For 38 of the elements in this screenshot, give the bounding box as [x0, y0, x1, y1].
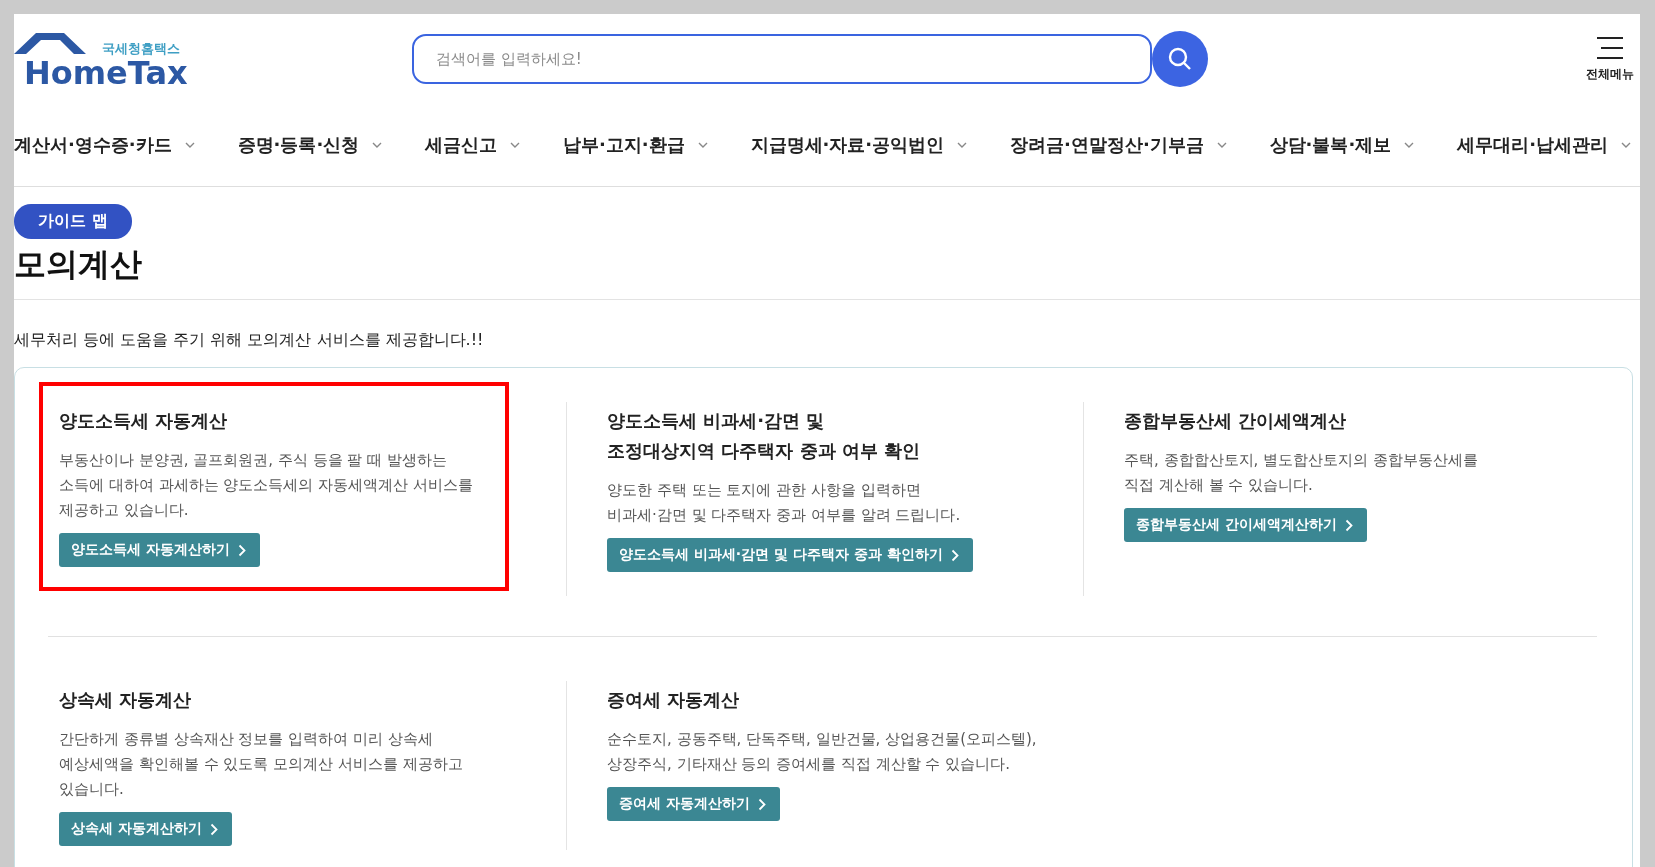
nav-menu-item[interactable]: 계산서·영수증·카드 — [14, 133, 196, 157]
calculate-button[interactable]: 상속세 자동계산하기 — [59, 812, 232, 846]
calculator-title: 종합부동산세 간이세액계산 — [1124, 409, 1348, 433]
page-title: 모의계산 — [14, 243, 1640, 300]
chevron-right-icon — [950, 548, 959, 562]
search-field[interactable]: 검색어를 입력하세요! — [412, 34, 1152, 84]
calculate-button[interactable]: 증여세 자동계산하기 — [607, 787, 780, 821]
nav-menu-item[interactable]: 세무대리·납세관리 — [1457, 133, 1632, 157]
calculator-description: 부동산이나 분양권, 골프회원권, 주식 등을 팔 때 발생하는 소득에 대하여 과세하는 양도소득세의 자동세액계산 서비스를 제공하고 있습니다. — [59, 450, 474, 521]
logo-wordmark: HomeTax — [24, 56, 188, 90]
calculator-title: 양도소득세 비과세·감면 및 조정대상지역 다주택자 중과 여부 확인 — [607, 409, 922, 463]
search-icon — [1167, 46, 1193, 72]
chevron-right-icon — [757, 797, 766, 811]
nav-menu-item[interactable]: 지급명세·자료·공익법인 — [750, 133, 969, 157]
full-menu-button[interactable]: 전체메뉴 — [1586, 35, 1634, 83]
chevron-right-icon — [1344, 518, 1353, 532]
calculate-button[interactable]: 양도소득세 비과세·감면 및 다주택자 중과 확인하기 — [607, 538, 973, 572]
chevron-right-icon — [209, 822, 218, 836]
nav-menu-item[interactable]: 증명·등록·신청 — [237, 133, 384, 157]
calculator-description: 양도한 주택 또는 토지에 관한 사항을 입력하면 비과세·감면 및 다주택자 중과 여부를 알려 드립니다. — [607, 480, 962, 526]
guide-map-badge[interactable]: 가이드 맵 — [14, 204, 132, 239]
chevron-right-icon — [237, 543, 246, 557]
calculator-description: 간단하게 종류별 상속재산 정보를 입력하여 미리 상속세 예상세액을 확인해볼 수 있도록 모의계산 서비스를 제공하고 있습니다. — [59, 729, 464, 800]
logo-subtitle: 국세청홈택스 — [102, 41, 180, 56]
calculator-title: 양도소득세 자동계산 — [59, 409, 229, 433]
calculator-description: 순수토지, 공동주택, 단독주택, 일반건물, 상업용건물(오피스텔), 상장주식, 기타재산 등의 증여세를 직접 계산할 수 있습니다. — [607, 729, 1038, 775]
menu-icon — [1595, 35, 1625, 60]
calculate-button[interactable]: 양도소득세 자동계산하기 — [59, 533, 260, 567]
nav-menu-item[interactable]: 세금신고 — [425, 133, 522, 157]
calculator-description: 주택, 종합합산토지, 별도합산토지의 종합부동산세를 직접 계산해 볼 수 있습니다. — [1124, 450, 1479, 496]
nav-menu-item[interactable]: 납부·고지·환급 — [562, 133, 709, 157]
nav-menu-item[interactable]: 장려금·연말정산·기부금 — [1010, 133, 1228, 157]
calculator-title: 증여세 자동계산 — [607, 688, 741, 712]
calculate-button[interactable]: 종합부동산세 간이세액계산하기 — [1124, 508, 1367, 542]
intro-text: 세무처리 등에 도움을 주기 위해 모의계산 서비스를 제공합니다.!! — [14, 330, 485, 351]
calculator-title: 상속세 자동계산 — [59, 688, 193, 712]
nav-menu-item[interactable]: 상담·불복·제보 — [1269, 133, 1416, 157]
search-button[interactable] — [1152, 31, 1208, 87]
